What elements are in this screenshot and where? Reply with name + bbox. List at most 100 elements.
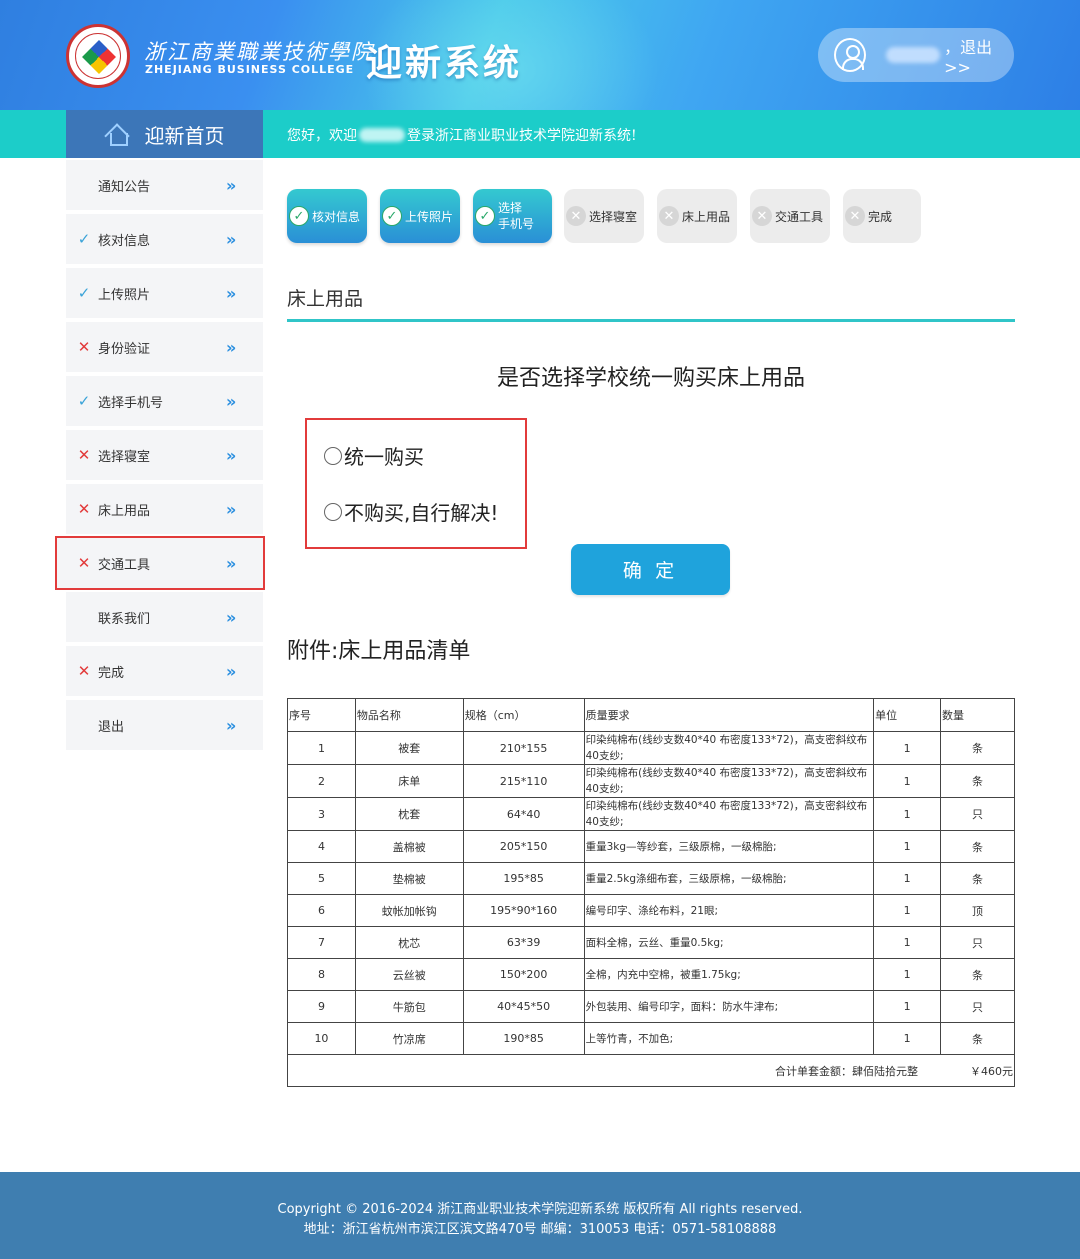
sidebar-item-bedding[interactable]: ✕ 床上用品 »: [66, 484, 263, 534]
sidebar-item-label: 选择手机号: [98, 395, 164, 411]
table-row: 8 云丝被 150*200 全棉，内充中空棉，被重1.75kg; 1 条: [287, 958, 1015, 991]
table-cell-qty: 只: [940, 797, 1015, 831]
table-cell-qty: 条: [940, 862, 1015, 895]
x-circle-icon: ✕: [566, 206, 586, 226]
radio-self-arrange[interactable]: [324, 502, 342, 521]
step-bedding[interactable]: ✕ 床上用品: [657, 189, 737, 243]
sidebar-item-select-dorm[interactable]: ✕ 选择寝室 »: [66, 430, 263, 480]
table-cell-no: 6: [287, 894, 356, 927]
col-header: 序号: [287, 698, 356, 732]
table-cell-name: 枕套: [354, 797, 464, 831]
sidebar-item-finish[interactable]: ✕ 完成 »: [66, 646, 263, 696]
address-text: 地址：浙江省杭州市滨江区滨文路470号 邮编：310053 电话：0571-58…: [303, 1222, 777, 1237]
table-cell-no: 9: [287, 990, 356, 1023]
table-total-row: 合计单套金额：肆佰陆拾元整 ￥460元: [287, 1054, 1015, 1087]
table-cell-name: 盖棉被: [354, 830, 464, 863]
option-self-arrange[interactable]: 不购买,自行解决!: [324, 497, 498, 526]
table-cell-quality: 印染纯棉布(线纱支数40*40 布密度133*72)，高支密斜纹布40支纱;: [583, 764, 875, 798]
double-chevron-right-icon: »: [226, 608, 236, 627]
step-verify-info[interactable]: ✓ 核对信息: [287, 189, 367, 243]
table-cell-quality: 全棉，内充中空棉，被重1.75kg;: [583, 958, 875, 991]
site-header: 浙江商業職業技術學院 ZHEJIANG BUSINESS COLLEGE 迎新系…: [0, 0, 1080, 110]
total-label: 合计单套金额：肆佰陆拾元整: [775, 1064, 918, 1078]
sidebar: 通知公告 » ✓ 核对信息 » ✓ 上传照片 » ✕ 身份验证 » ✓ 选择手机号 » ✕ 选择寝室 » ✕ 床上用…: [55, 160, 265, 754]
option-unified-purchase[interactable]: 统一购买: [324, 441, 424, 470]
table-cell-quality: 编号印字、涤纶布料，21眼;: [583, 894, 875, 927]
sidebar-item-label: 身份验证: [98, 341, 151, 357]
cross-icon: ✕: [77, 662, 91, 680]
table-row: 1 被套 210*155 印染纯棉布(线纱支数40*40 布密度133*72)，高支密…: [287, 731, 1015, 765]
welcome-suffix: 登录浙江商业职业技术学院迎新系统!: [407, 128, 637, 144]
table-cell-unit: 1: [873, 926, 942, 959]
step-select-phone[interactable]: ✓ 选择 手机号: [473, 189, 552, 243]
col-header: 数量: [940, 698, 1015, 732]
logout-link[interactable]: ，退出>>: [944, 34, 1014, 77]
sidebar-item-logout[interactable]: 退出 »: [66, 700, 263, 750]
table-cell-spec: 150*200: [462, 958, 585, 991]
question-text: 是否选择学校统一购买床上用品: [496, 366, 805, 391]
step-select-dorm[interactable]: ✕ 选择寝室: [564, 189, 644, 243]
cross-icon: ✕: [77, 446, 91, 464]
table-cell-name: 枕芯: [354, 926, 464, 959]
table-row: 6 蚊帐加帐钩 195*90*160 编号印字、涤纶布料，21眼; 1 顶: [287, 894, 1015, 927]
table-cell-name: 蚊帐加帐钩: [354, 894, 464, 927]
double-chevron-right-icon: »: [226, 446, 236, 465]
radio-unified-purchase[interactable]: [324, 446, 342, 465]
sidebar-item-select-phone[interactable]: ✓ 选择手机号 »: [66, 376, 263, 426]
col-header: 质量要求: [583, 698, 875, 732]
confirm-button[interactable]: 确 定: [571, 544, 730, 595]
check-icon: ✓: [77, 392, 91, 410]
table-cell-unit: 1: [873, 862, 942, 895]
table-cell-no: 2: [287, 764, 356, 798]
table-cell-no: 3: [287, 797, 356, 831]
home-tab[interactable]: 迎新首页: [66, 110, 263, 158]
home-tab-label: 迎新首页: [144, 123, 225, 148]
school-logo-icon: [66, 24, 130, 88]
table-cell-unit: 1: [873, 764, 942, 798]
table-cell-quality: 上等竹青，不加色;: [583, 1022, 875, 1055]
step-transport[interactable]: ✕ 交通工具: [750, 189, 830, 243]
sidebar-item-notice[interactable]: 通知公告 »: [66, 160, 263, 210]
step-label: 交通工具: [775, 209, 824, 224]
step-upload-photo[interactable]: ✓ 上传照片: [380, 189, 460, 243]
table-cell-unit: 1: [873, 797, 942, 831]
table-cell-qty: 条: [940, 958, 1015, 991]
table-cell-qty: 条: [940, 1022, 1015, 1055]
table-header-row: 序号 物品名称 规格（cm） 质量要求 单位 数量: [287, 698, 1015, 732]
site-footer: Copyright © 2016-2024 浙江商业职业技术学院迎新系统 版权所…: [0, 1172, 1080, 1259]
table-cell-name: 垫棉被: [354, 862, 464, 895]
table-cell-no: 7: [287, 926, 356, 959]
step-label: 选择 手机号: [498, 200, 534, 232]
table-cell-unit: 1: [873, 830, 942, 863]
double-chevron-right-icon: »: [226, 500, 236, 519]
sidebar-item-verify-info[interactable]: ✓ 核对信息 »: [66, 214, 263, 264]
sidebar-item-identity-verify[interactable]: ✕ 身份验证 »: [66, 322, 263, 372]
table-cell-spec: 195*90*160: [462, 894, 585, 927]
step-label: 核对信息: [312, 209, 361, 224]
col-header: 规格（cm）: [462, 698, 585, 732]
table-cell-qty: 顶: [940, 894, 1015, 927]
welcome-prefix: 您好，欢迎: [287, 128, 357, 144]
section-divider: [287, 319, 1015, 322]
table-cell-quality: 印染纯棉布(线纱支数40*40 布密度133*72)，高支密斜纹布40支纱;: [583, 797, 875, 831]
table-cell-spec: 190*85: [462, 1022, 585, 1055]
sidebar-item-upload-photo[interactable]: ✓ 上传照片 »: [66, 268, 263, 318]
sidebar-item-contact-us[interactable]: 联系我们 »: [66, 592, 263, 642]
step-finish[interactable]: ✕ 完成: [843, 189, 921, 243]
step-label: 上传照片: [405, 209, 454, 224]
table-cell-no: 4: [287, 830, 356, 863]
x-circle-icon: ✕: [845, 206, 865, 226]
sidebar-item-label: 床上用品: [98, 503, 151, 519]
double-chevron-right-icon: »: [226, 284, 236, 303]
double-chevron-right-icon: »: [226, 392, 236, 411]
school-name-cn: 浙江商業職業技術學院: [144, 40, 374, 64]
table-cell-name: 床单: [354, 764, 464, 798]
school-name-en: ZHEJIANG BUSINESS COLLEGE: [145, 63, 355, 76]
check-icon: ✓: [77, 230, 91, 248]
sidebar-item-label: 完成: [98, 665, 125, 681]
bedding-table: 序号 物品名称 规格（cm） 质量要求 单位 数量 1 被套 210*155 印染纯棉…: [287, 698, 1015, 1087]
table-row: 7 枕芯 63*39 面料全棉，云丝、重量0.5kg; 1 只: [287, 926, 1015, 959]
sidebar-item-transport[interactable]: ✕ 交通工具 »: [55, 536, 265, 590]
option-label: 不购买,自行解决!: [344, 501, 499, 525]
table-cell-unit: 1: [873, 1022, 942, 1055]
